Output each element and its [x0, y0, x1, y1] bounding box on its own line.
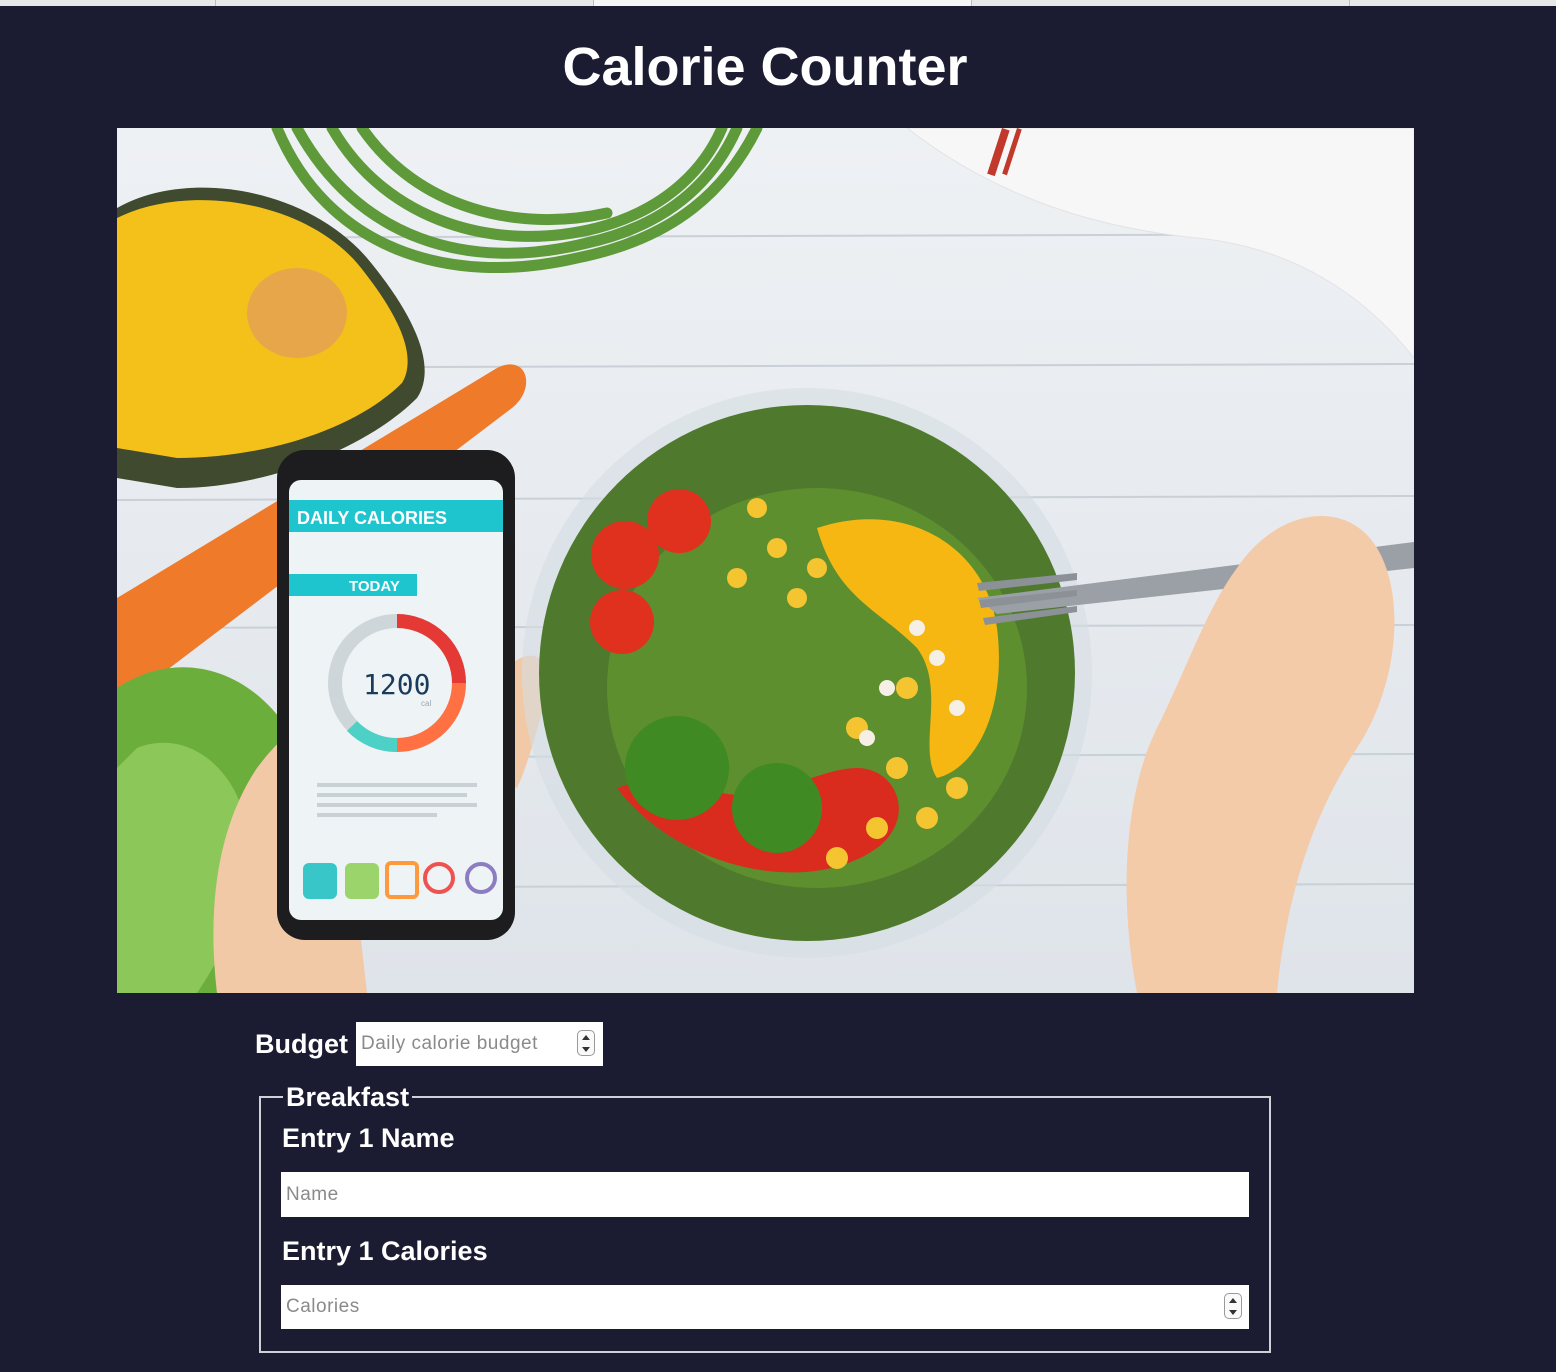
phone-value-text: 1200: [363, 668, 430, 701]
browser-tab[interactable]: [1350, 0, 1556, 6]
phone-tab-text: TODAY: [349, 578, 400, 595]
entry-name-label: Entry 1 Name: [282, 1123, 455, 1153]
phone-unit-text: cal: [421, 699, 431, 708]
budget-input[interactable]: [355, 1022, 576, 1066]
chevron-up-icon[interactable]: [581, 1034, 590, 1040]
entry-name-input[interactable]: [281, 1172, 1249, 1217]
breakfast-fieldset: Breakfast Entry 1 Name Entry 1 Calories: [259, 1082, 1271, 1353]
entry-calories-spinner[interactable]: [1224, 1293, 1242, 1319]
page-title: Calorie Counter: [562, 37, 968, 97]
hero-image: DAILY CALORIES TODAY 1200 cal: [117, 128, 1414, 993]
phone-header-text: DAILY CALORIES: [297, 508, 447, 528]
entry-calories-wrapper: [281, 1285, 1249, 1329]
budget-row: Budget: [255, 1022, 603, 1066]
hero-illustration: DAILY CALORIES TODAY 1200 cal: [117, 128, 1414, 993]
browser-tab[interactable]: [972, 0, 1350, 6]
chevron-up-icon[interactable]: [1229, 1297, 1237, 1303]
chevron-down-icon[interactable]: [1229, 1309, 1237, 1315]
entry-calories-input[interactable]: [281, 1285, 1211, 1329]
browser-tab[interactable]: [594, 0, 972, 6]
browser-tab[interactable]: [216, 0, 594, 6]
budget-spinner[interactable]: [576, 1030, 595, 1056]
budget-label: Budget: [255, 1029, 348, 1059]
chevron-down-icon[interactable]: [581, 1046, 590, 1052]
entry-calories-label: Entry 1 Calories: [282, 1236, 488, 1266]
budget-field-wrapper: [355, 1022, 603, 1066]
browser-tab-strip: [0, 0, 1556, 6]
breakfast-legend: Breakfast: [286, 1082, 410, 1112]
browser-tab[interactable]: [0, 0, 216, 6]
